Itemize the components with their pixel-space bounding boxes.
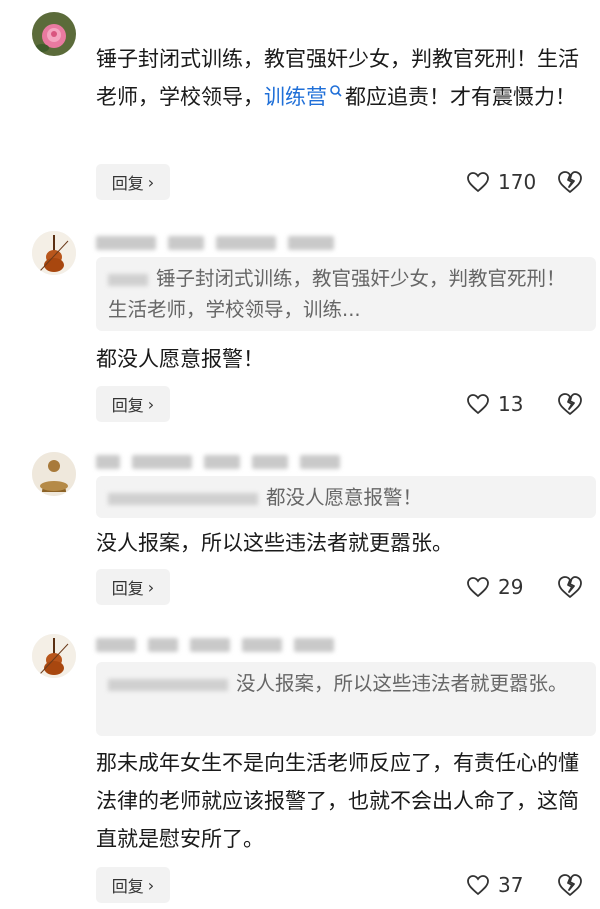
like-count: 29 [498,575,524,599]
chevron-right-icon: › [147,394,155,414]
avatar-statue-image [32,452,76,496]
quoted-text: 锤子封闭式训练，教官强奸少女，判教官死刑！生活老师，学校领导，训练... [108,267,566,321]
like-count: 170 [498,170,537,194]
reply-button[interactable]: 回复 › [96,569,170,605]
chevron-right-icon: › [147,172,155,192]
avatar[interactable] [32,452,76,496]
avatar[interactable] [32,12,76,56]
like-count: 13 [498,392,524,416]
comment-text: 那未成年女生不是向生活老师反应了，有责任心的懂法律的老师就应该报警了，也就不会出… [96,751,579,851]
chevron-right-icon: › [147,577,155,597]
avatar-violin-image [32,231,76,275]
reply-label: 回复 [111,579,144,598]
quoted-text: 没人报案，所以这些违法者就更嚣张。 [236,672,568,695]
reply-button[interactable]: 回复 › [96,386,170,422]
heart-outline-icon [467,394,489,415]
comment-text: 锤子封闭式训练，教官强奸少女，判教官死刑！生活老师，学校领导，训练营 都应追责！才… [96,40,592,116]
search-link-label: 训练营 [264,85,327,109]
quoted-reply[interactable]: 没人报案，所以这些违法者就更嚣张。 [96,662,596,736]
heart-outline-icon [467,875,489,896]
username-blurred [96,236,334,250]
reply-label: 回复 [111,396,144,415]
broken-heart-icon[interactable] [557,169,583,195]
like-count: 37 [498,873,524,897]
reply-label: 回复 [111,174,144,193]
quoted-username-blurred [108,273,148,286]
avatar[interactable] [32,634,76,678]
quoted-text: 都没人愿意报警！ [266,486,423,509]
like-button[interactable]: 13 [466,386,523,422]
search-icon [330,85,342,97]
heart-outline-icon [467,577,489,598]
search-link[interactable]: 训练营 [264,85,345,109]
like-button[interactable]: 29 [466,569,523,605]
comment-text: 都没人愿意报警！ [96,347,264,371]
reply-label: 回复 [111,877,144,896]
quoted-reply[interactable]: 锤子封闭式训练，教官强奸少女，判教官死刑！生活老师，学校领导，训练... [96,257,596,331]
broken-heart-icon[interactable] [557,872,583,898]
broken-heart-icon[interactable] [557,574,583,600]
avatar-rose-image [32,12,76,56]
avatar-violin-image [32,634,76,678]
chevron-right-icon: › [147,875,155,895]
quoted-username-blurred [108,678,228,691]
broken-heart-icon[interactable] [557,391,583,417]
heart-outline-icon [467,172,489,193]
like-button[interactable]: 170 [466,164,536,200]
username-blurred [96,638,334,652]
comment-text: 没人报案，所以这些违法者就更嚣张。 [96,531,453,555]
comment-text-part: 都应追责！才有震慑力！ [345,85,576,109]
avatar[interactable] [32,231,76,275]
reply-button[interactable]: 回复 › [96,867,170,903]
quoted-username-blurred [108,492,258,505]
quoted-reply[interactable]: 都没人愿意报警！ [96,476,596,518]
like-button[interactable]: 37 [466,867,523,903]
reply-button[interactable]: 回复 › [96,164,170,200]
username-blurred [96,455,340,469]
